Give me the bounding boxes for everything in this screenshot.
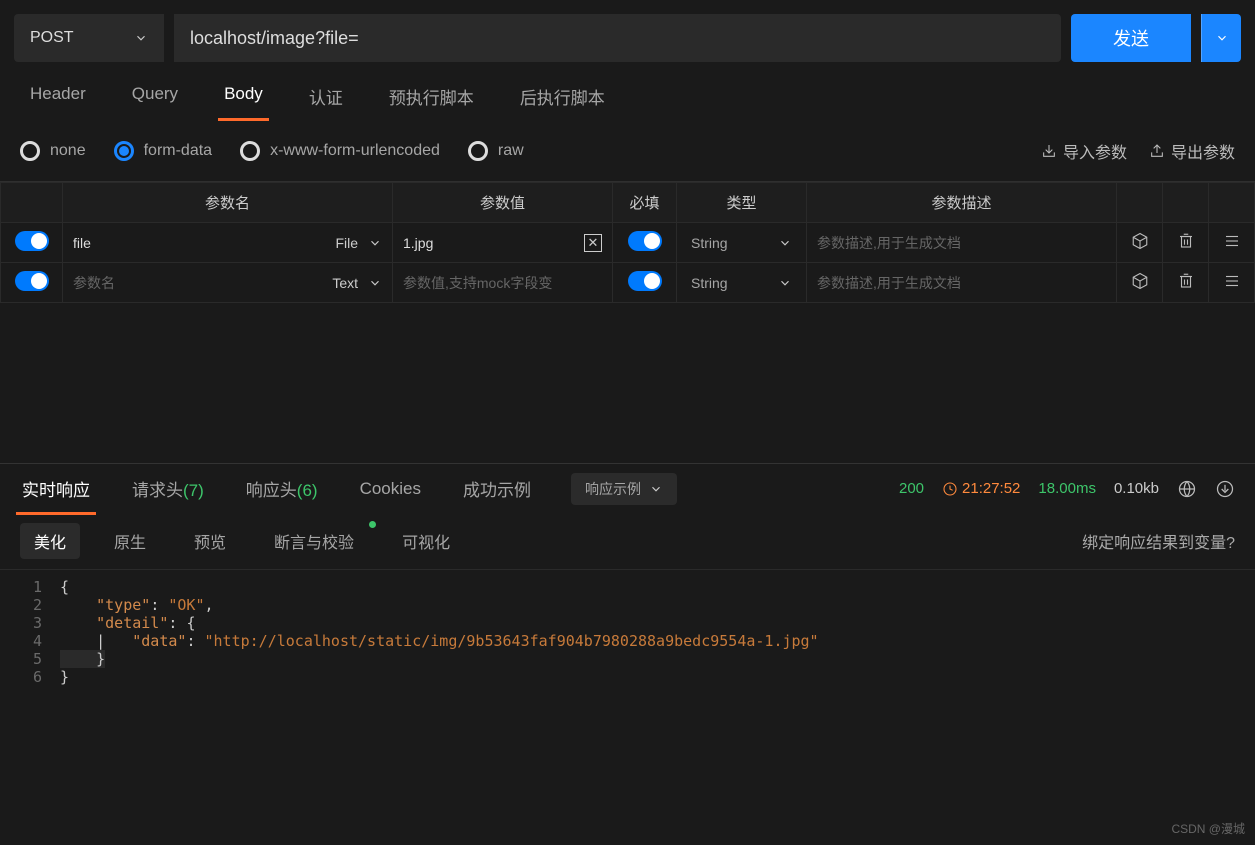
chevron-down-icon [778, 236, 792, 250]
param-kind-select[interactable]: Text [332, 275, 382, 291]
clock-icon [942, 481, 958, 497]
tab-auth[interactable]: 认证 [303, 78, 349, 121]
drag-icon[interactable] [1223, 272, 1241, 290]
params-table: 参数名 参数值 必填 类型 参数描述 file File [0, 182, 1255, 303]
cube-icon[interactable] [1131, 272, 1149, 290]
delete-icon[interactable] [1177, 272, 1195, 290]
delete-icon[interactable] [1177, 232, 1195, 250]
watermark: CSDN @漫城 [1171, 820, 1245, 837]
tab-post-script[interactable]: 后执行脚本 [514, 78, 611, 121]
http-method-label: POST [30, 29, 74, 47]
status-code: 200 [899, 480, 924, 497]
body-type-form-data[interactable]: form-data [114, 141, 212, 161]
col-desc: 参数描述 [807, 183, 1117, 223]
tab-request-headers[interactable]: 请求头(7) [130, 464, 206, 513]
tab-response-headers[interactable]: 响应头(6) [244, 464, 320, 513]
globe-icon[interactable] [1177, 479, 1197, 499]
enable-toggle[interactable] [15, 271, 49, 291]
chevron-down-icon [368, 276, 382, 290]
body-type-radio-group: none form-data x-www-form-urlencoded raw [20, 141, 1041, 161]
param-value-input[interactable]: 参数值,支持mock字段变 [403, 273, 552, 293]
bind-response-link[interactable]: 绑定响应结果到变量? [1082, 529, 1235, 553]
param-name-input[interactable]: 参数名 [73, 273, 115, 293]
clear-value-button[interactable]: ✕ [584, 234, 602, 252]
export-params-button[interactable]: 导出参数 [1149, 139, 1235, 163]
col-required: 必填 [613, 183, 677, 223]
param-row: 参数名 Text 参数值,支持mock字段变 String [1, 263, 1255, 303]
param-desc-input[interactable]: 参数描述,用于生成文档 [807, 224, 1116, 262]
import-icon [1041, 143, 1057, 159]
required-toggle[interactable] [628, 231, 662, 251]
tab-query[interactable]: Query [126, 78, 184, 121]
response-time: 21:27:52 [942, 480, 1020, 497]
param-kind-select[interactable]: File [335, 235, 382, 251]
response-example-select[interactable]: 响应示例 [571, 473, 677, 505]
col-enabled [1, 183, 63, 223]
drag-icon[interactable] [1223, 232, 1241, 250]
tab-live-response[interactable]: 实时响应 [20, 464, 92, 513]
body-type-raw[interactable]: raw [468, 141, 524, 161]
view-assert[interactable]: 断言与校验 [260, 523, 368, 559]
response-size: 0.10kb [1114, 480, 1159, 497]
tab-header[interactable]: Header [24, 78, 92, 121]
required-toggle[interactable] [628, 271, 662, 291]
download-icon[interactable] [1215, 479, 1235, 499]
http-method-select[interactable]: POST [14, 14, 164, 62]
view-pretty[interactable]: 美化 [20, 523, 80, 559]
send-button[interactable]: 发送 [1071, 14, 1191, 62]
body-type-none[interactable]: none [20, 141, 86, 161]
chevron-down-icon [649, 482, 663, 496]
col-value: 参数值 [393, 183, 613, 223]
param-type-select[interactable]: String [677, 224, 806, 262]
tab-success-example[interactable]: 成功示例 [461, 464, 533, 513]
param-row: file File 1.jpg ✕ String [1, 223, 1255, 263]
response-body-editor[interactable]: 1{ 2 "type": "OK", 3 "detail": { 4 | "da… [0, 570, 1255, 686]
col-type: 类型 [677, 183, 807, 223]
response-duration: 18.00ms [1038, 480, 1096, 497]
url-input[interactable] [174, 14, 1061, 62]
cube-icon[interactable] [1131, 232, 1149, 250]
col-name: 参数名 [63, 183, 393, 223]
enable-toggle[interactable] [15, 231, 49, 251]
view-preview[interactable]: 预览 [180, 523, 240, 559]
chevron-down-icon [1215, 31, 1229, 45]
response-tabs: 实时响应 请求头(7) 响应头(6) Cookies 成功示例 响应示例 200… [0, 463, 1255, 513]
view-visualize[interactable]: 可视化 [388, 523, 464, 559]
param-type-select[interactable]: String [677, 264, 806, 302]
chevron-down-icon [368, 236, 382, 250]
export-icon [1149, 143, 1165, 159]
import-params-button[interactable]: 导入参数 [1041, 139, 1127, 163]
param-desc-input[interactable]: 参数描述,用于生成文档 [807, 264, 1116, 302]
send-split-button[interactable] [1201, 14, 1241, 62]
param-value-input[interactable]: 1.jpg [403, 235, 433, 251]
view-raw[interactable]: 原生 [100, 523, 160, 559]
request-tabs: Header Query Body 认证 预执行脚本 后执行脚本 [0, 68, 1255, 121]
tab-cookies[interactable]: Cookies [358, 467, 423, 511]
param-name-input[interactable]: file [73, 235, 91, 251]
tab-pre-script[interactable]: 预执行脚本 [383, 78, 480, 121]
body-type-urlencoded[interactable]: x-www-form-urlencoded [240, 141, 440, 161]
tab-body[interactable]: Body [218, 78, 269, 121]
response-view-toolbar: 美化 原生 预览 断言与校验 可视化 绑定响应结果到变量? [0, 513, 1255, 570]
chevron-down-icon [134, 31, 148, 45]
chevron-down-icon [778, 276, 792, 290]
